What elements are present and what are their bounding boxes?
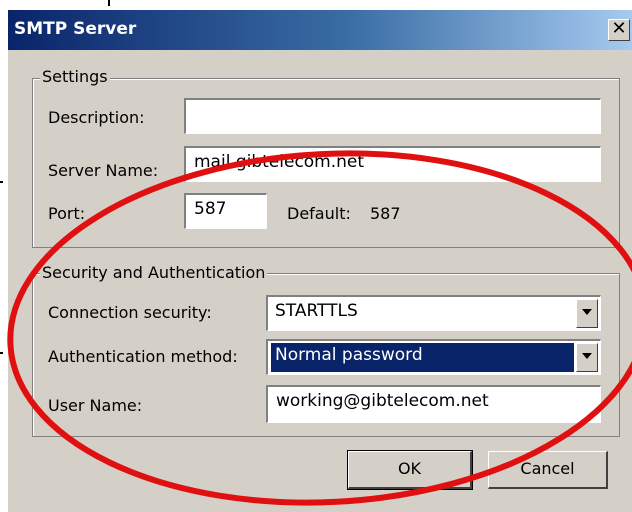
- port-label: Port:: [48, 204, 86, 223]
- title-bar[interactable]: SMTP Server ✕: [8, 10, 632, 50]
- settings-legend: Settings: [40, 67, 110, 86]
- auth-method-select[interactable]: Normal password: [266, 339, 601, 375]
- edge-mark: [0, 352, 3, 354]
- auth-method-label: Authentication method:: [48, 347, 238, 366]
- security-legend: Security and Authentication: [40, 263, 268, 282]
- dialog-title: SMTP Server: [14, 19, 137, 39]
- cancel-button[interactable]: Cancel: [488, 451, 608, 489]
- description-input[interactable]: [184, 98, 601, 134]
- username-label: User Name:: [48, 396, 143, 415]
- chevron-down-icon[interactable]: [576, 299, 598, 328]
- description-label: Description:: [48, 108, 145, 127]
- default-label: Default:: [287, 204, 351, 223]
- smtp-server-dialog: SMTP Server ✕ Settings Description: Serv…: [8, 10, 632, 512]
- server-name-input[interactable]: mail.gibtelecom.net: [184, 146, 601, 182]
- edge-mark: [0, 181, 3, 183]
- connection-security-label: Connection security:: [48, 303, 212, 322]
- edge-mark: [108, 0, 110, 6]
- ok-button[interactable]: OK: [347, 450, 473, 490]
- close-icon[interactable]: ✕: [608, 19, 630, 41]
- server-name-label: Server Name:: [48, 161, 159, 180]
- default-value: 587: [370, 204, 401, 223]
- connection-security-select[interactable]: STARTTLS: [266, 295, 601, 331]
- username-input[interactable]: working@gibtelecom.net: [266, 385, 601, 423]
- port-input[interactable]: 587: [184, 193, 267, 229]
- auth-method-value: Normal password: [271, 343, 574, 372]
- connection-security-value: STARTTLS: [275, 301, 358, 321]
- chevron-down-icon[interactable]: [576, 343, 598, 372]
